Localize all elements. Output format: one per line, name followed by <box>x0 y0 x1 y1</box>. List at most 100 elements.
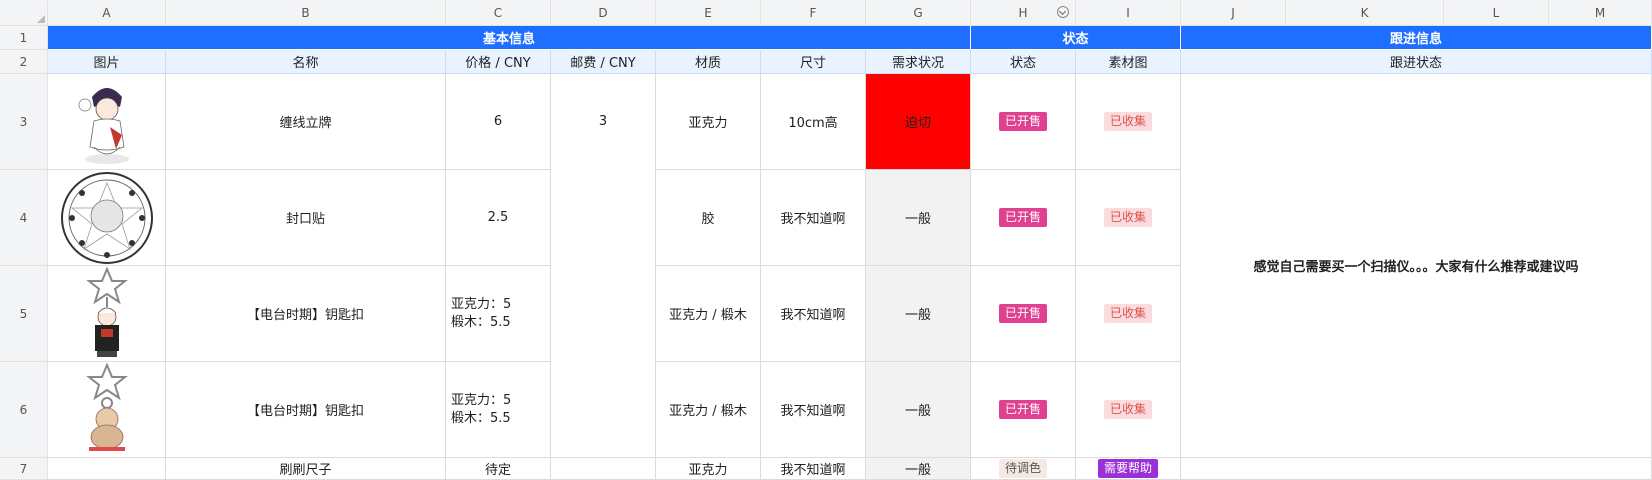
asset-cell[interactable]: 需要帮助 <box>1076 458 1181 480</box>
column-header-h-label: H <box>1018 5 1028 20</box>
column-header-k[interactable]: K <box>1286 0 1444 26</box>
demand-cell[interactable]: 一般 <box>866 170 971 266</box>
size-cell[interactable]: 我不知道啊 <box>761 170 866 266</box>
material-cell[interactable]: 亚克力 <box>656 74 761 170</box>
size-cell[interactable]: 10cm高 <box>761 74 866 170</box>
column-header-j[interactable]: J <box>1181 0 1286 26</box>
price-cell[interactable]: 待定 <box>446 458 551 480</box>
state-tag: 已开售 <box>998 304 1047 323</box>
row-header-6[interactable]: 6 <box>0 362 48 458</box>
price-line-acrylic: 亚克力：5 <box>451 392 512 408</box>
name-text: 刷刷尺子 <box>279 463 332 478</box>
state-cell[interactable]: 已开售 <box>971 74 1076 170</box>
group-header-status[interactable]: 状态 <box>971 26 1181 50</box>
asset-cell[interactable]: 已收集 <box>1076 170 1181 266</box>
shipping-value: 3 <box>598 114 608 129</box>
state-cell[interactable]: 已开售 <box>971 266 1076 362</box>
name-cell[interactable]: 缠线立牌 <box>166 74 446 170</box>
row-header-5[interactable]: 5 <box>0 266 48 362</box>
subheader-price[interactable]: 价格 / CNY <box>446 50 551 74</box>
price-cell[interactable]: 6 <box>446 74 551 170</box>
demand-cell-urgent[interactable]: 迫切 <box>866 74 971 170</box>
price-cell[interactable]: 2.5 <box>446 170 551 266</box>
name-text: 缠线立牌 <box>279 116 332 131</box>
subheader-asset[interactable]: 素材图 <box>1076 50 1181 74</box>
row-header-2[interactable]: 2 <box>0 50 48 74</box>
state-tag: 已开售 <box>998 112 1047 131</box>
asset-tag: 已收集 <box>1103 400 1152 419</box>
group-header-basic[interactable]: 基本信息 <box>48 26 971 50</box>
price-text: 6 <box>493 114 503 129</box>
column-header-a[interactable]: A <box>48 0 166 26</box>
material-cell[interactable]: 亚克力 / 椴木 <box>656 362 761 458</box>
name-text: 【电台时期】钥匙扣 <box>246 308 364 323</box>
select-all-corner[interactable] <box>0 0 48 26</box>
material-cell[interactable]: 胶 <box>656 170 761 266</box>
state-cell[interactable]: 已开售 <box>971 362 1076 458</box>
image-cell[interactable] <box>48 170 166 266</box>
image-cell[interactable] <box>48 362 166 458</box>
name-cell[interactable]: 刷刷尺子 <box>166 458 446 480</box>
column-header-l[interactable]: L <box>1444 0 1549 26</box>
shipping-merged-cell[interactable]: 3 <box>551 74 656 458</box>
size-text: 10cm高 <box>788 116 838 131</box>
shipping-cell-row7[interactable] <box>551 458 656 480</box>
demand-cell[interactable]: 一般 <box>866 266 971 362</box>
subheader-state[interactable]: 状态 <box>971 50 1076 74</box>
asset-cell[interactable]: 已收集 <box>1076 74 1181 170</box>
subheader-shipping[interactable]: 邮费 / CNY <box>551 50 656 74</box>
column-header-i[interactable]: I <box>1076 0 1181 26</box>
demand-text: 一般 <box>904 404 931 419</box>
size-text: 我不知道啊 <box>780 463 846 478</box>
subheader-follow[interactable]: 跟进状态 <box>1181 50 1652 74</box>
size-cell[interactable]: 我不知道啊 <box>761 458 866 480</box>
subheader-material[interactable]: 材质 <box>656 50 761 74</box>
row-header-7[interactable]: 7 <box>0 458 48 480</box>
column-header-b[interactable]: B <box>166 0 446 26</box>
size-cell[interactable]: 我不知道啊 <box>761 266 866 362</box>
state-tag: 待调色 <box>998 459 1047 478</box>
name-text: 【电台时期】钥匙扣 <box>246 404 364 419</box>
character-sticker-icon <box>78 87 129 164</box>
image-cell[interactable] <box>48 266 166 362</box>
image-cell[interactable] <box>48 458 166 480</box>
asset-cell[interactable]: 已收集 <box>1076 362 1181 458</box>
row-header-1[interactable]: 1 <box>0 26 48 50</box>
subheader-size[interactable]: 尺寸 <box>761 50 866 74</box>
image-cell[interactable] <box>48 74 166 170</box>
subheader-demand[interactable]: 需求状况 <box>866 50 971 74</box>
state-cell[interactable]: 待调色 <box>971 458 1076 480</box>
asset-cell[interactable]: 已收集 <box>1076 266 1181 362</box>
row-header-4[interactable]: 4 <box>0 170 48 266</box>
follow-cell-row7[interactable] <box>1181 458 1652 480</box>
star-keychain-icon <box>85 362 128 451</box>
asset-tag: 已收集 <box>1103 208 1152 227</box>
name-cell[interactable]: 【电台时期】钥匙扣 <box>166 362 446 458</box>
subheader-name[interactable]: 名称 <box>166 50 446 74</box>
price-cell[interactable]: 亚克力：5 椴木：5.5 <box>446 266 551 362</box>
name-cell[interactable]: 封口贴 <box>166 170 446 266</box>
name-cell[interactable]: 【电台时期】钥匙扣 <box>166 266 446 362</box>
column-header-c[interactable]: C <box>446 0 551 26</box>
price-cell[interactable]: 亚克力：5 椴木：5.5 <box>446 362 551 458</box>
column-header-m[interactable]: M <box>1549 0 1652 26</box>
material-cell[interactable]: 亚克力 <box>656 458 761 480</box>
demand-cell[interactable]: 一般 <box>866 458 971 480</box>
demand-cell[interactable]: 一般 <box>866 362 971 458</box>
state-tag: 已开售 <box>998 208 1047 227</box>
state-cell[interactable]: 已开售 <box>971 170 1076 266</box>
column-header-d[interactable]: D <box>551 0 656 26</box>
follow-note-merged-cell[interactable]: 感觉自己需要买一个扫描仪。。。大家有什么推荐或建议吗 <box>1181 74 1652 458</box>
column-header-f[interactable]: F <box>761 0 866 26</box>
collapse-group-icon[interactable] <box>1057 6 1069 18</box>
asset-tag: 已收集 <box>1103 112 1152 131</box>
column-header-g[interactable]: G <box>866 0 971 26</box>
group-header-follow[interactable]: 跟进信息 <box>1181 26 1652 50</box>
column-header-e[interactable]: E <box>656 0 761 26</box>
size-cell[interactable]: 我不知道啊 <box>761 362 866 458</box>
column-header-h[interactable]: H <box>971 0 1076 26</box>
material-cell[interactable]: 亚克力 / 椴木 <box>656 266 761 362</box>
subheader-image[interactable]: 图片 <box>48 50 166 74</box>
material-text: 胶 <box>701 212 715 227</box>
row-header-3[interactable]: 3 <box>0 74 48 170</box>
